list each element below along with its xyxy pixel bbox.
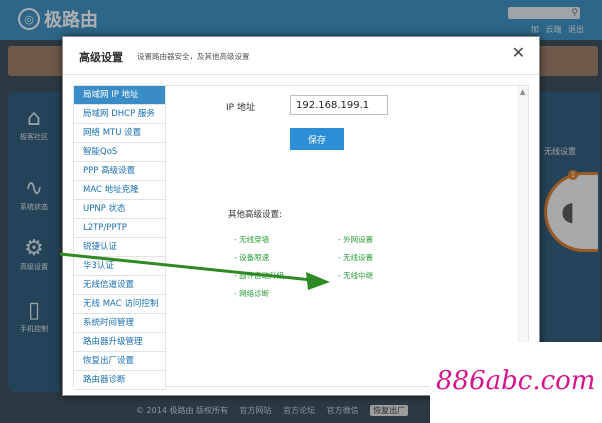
menu-item[interactable]: 路由器诊断 (74, 371, 166, 390)
menu-item[interactable]: 华3认证 (74, 257, 166, 276)
menu-item[interactable]: 网络 MTU 设置 (74, 124, 166, 143)
dialog-subtitle: 设置路由器安全，及其他高级设置 (137, 52, 250, 61)
link-wireless-repeater[interactable]: - 无线中继 (338, 270, 373, 281)
link-wan-settings[interactable]: - 外网设置 (338, 234, 373, 245)
menu-item[interactable]: 锐捷认证 (74, 238, 166, 257)
menu-item[interactable]: UPNP 状态 (74, 200, 166, 219)
link-firmware-auto-upgrade[interactable]: - 固件自动升级 (234, 270, 284, 281)
dialog-title: 高级设置 (79, 51, 123, 64)
menu-item[interactable]: 局域网 IP 地址 (74, 86, 166, 105)
menu-item[interactable]: 系统时间管理 (74, 314, 166, 333)
menu-item[interactable]: 无线信道设置 (74, 276, 166, 295)
menu-item[interactable]: 路由器升级管理 (74, 333, 166, 352)
watermark: 886abc.com (430, 342, 602, 423)
menu-item[interactable]: 无线 MAC 访问控制 (74, 295, 166, 314)
menu-item[interactable]: 智能QoS (74, 143, 166, 162)
save-button[interactable]: 保存 (290, 128, 344, 150)
menu-item[interactable]: MAC 地址克隆 (74, 181, 166, 200)
link-wireless-wall[interactable]: - 无线穿墙 (234, 234, 269, 245)
menu-item[interactable]: 局域网 DHCP 服务 (74, 105, 166, 124)
ip-address-label: IP 地址 (226, 103, 255, 113)
watermark-text: 886abc.com (436, 366, 596, 396)
menu-item[interactable]: 恢复出厂设置 (74, 352, 166, 371)
settings-content: IP 地址 保存 其他高级设置: - 无线穿墙 - 外网设置 - 设备限速 - … (166, 86, 516, 386)
ip-address-input[interactable] (290, 95, 388, 115)
dialog-header: 高级设置 设置路由器安全，及其他高级设置 ✕ (63, 37, 539, 75)
settings-menu: 局域网 IP 地址 局域网 DHCP 服务 网络 MTU 设置 智能QoS PPP 高级… (74, 86, 166, 390)
link-wireless-settings[interactable]: - 无线设置 (338, 252, 373, 263)
close-icon[interactable]: ✕ (512, 45, 525, 61)
link-device-speed-limit[interactable]: - 设备限速 (234, 252, 269, 263)
menu-item[interactable]: L2TP/PPTP (74, 219, 166, 238)
link-network-diagnosis[interactable]: - 网络诊断 (234, 288, 269, 299)
scroll-up-icon[interactable]: ▲ (520, 88, 525, 96)
menu-item[interactable]: PPP 高级设置 (74, 162, 166, 181)
other-settings-label: 其他高级设置: (228, 210, 282, 220)
dialog-scrollbar[interactable]: ▲ ▼ (518, 86, 528, 386)
